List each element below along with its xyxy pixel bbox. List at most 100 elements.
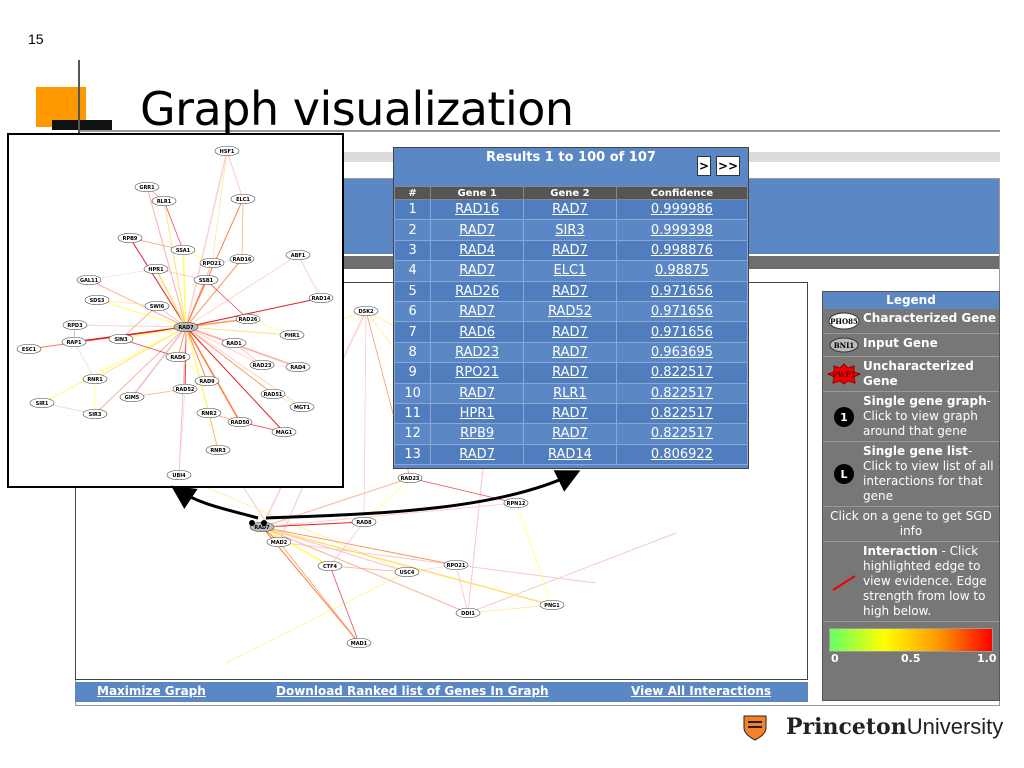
gene-link[interactable]: RAD7	[459, 263, 495, 278]
gene-node[interactable]: SDS3	[84, 294, 110, 306]
gene-node[interactable]: RPN12	[503, 497, 529, 509]
gene-label[interactable]: ABF1	[291, 253, 306, 259]
gene-node[interactable]: UBI4	[166, 469, 192, 481]
table-cell[interactable]: RAD6	[430, 321, 525, 343]
gene-link[interactable]: RAD7	[552, 284, 588, 299]
gene-node[interactable]: SWI6	[144, 300, 170, 312]
graph-edge[interactable]	[261, 526, 553, 606]
gene-label[interactable]: RPD3	[67, 323, 83, 329]
graph-edge[interactable]	[261, 526, 469, 614]
graph-edge[interactable]	[261, 526, 457, 566]
gene-node[interactable]: DSK2	[353, 305, 379, 317]
table-cell[interactable]: 0.971656	[615, 280, 748, 302]
table-cell[interactable]: RAD4	[430, 239, 525, 262]
gene-node[interactable]: PNG1	[539, 599, 565, 611]
table-cell[interactable]: RAD7	[523, 341, 617, 364]
gene-node[interactable]: RNR2	[196, 407, 222, 419]
table-cell[interactable]: 0.971656	[615, 321, 748, 343]
gene-label[interactable]: RAD8	[356, 520, 372, 526]
gene-label[interactable]: RPO21	[203, 261, 222, 267]
maximize-graph-link[interactable]: Maximize Graph	[97, 684, 206, 698]
graph-edge[interactable]	[226, 150, 244, 200]
gene-link[interactable]: ELC1	[554, 263, 587, 278]
graph-edge[interactable]	[74, 324, 187, 328]
confidence-link[interactable]: 0.999986	[651, 202, 713, 217]
gene-node[interactable]: CTF4	[317, 560, 343, 572]
gene-label[interactable]: MAD1	[351, 641, 368, 647]
gene-node[interactable]: GIM5	[119, 391, 145, 403]
gene-link[interactable]: RAD4	[459, 243, 495, 258]
table-cell[interactable]: RAD14	[523, 443, 617, 466]
table-cell[interactable]: SIR3	[523, 219, 617, 241]
gene-label[interactable]: GIM5	[125, 395, 140, 401]
gene-node[interactable]: RNR1	[82, 373, 108, 385]
gene-node[interactable]: RLR1	[151, 195, 177, 207]
confidence-link[interactable]: 0.963695	[651, 345, 713, 360]
gene-label[interactable]: RNR1	[87, 377, 103, 383]
gene-label[interactable]: PHR1	[284, 333, 300, 339]
gene-label[interactable]: GAL11	[80, 278, 99, 284]
table-cell[interactable]: RLR1	[523, 382, 617, 404]
download-genes-link[interactable]: Download Ranked list of Genes In Graph	[276, 684, 549, 698]
gene-link[interactable]: RAD7	[459, 223, 495, 238]
confidence-link[interactable]: 0.971656	[651, 304, 713, 319]
gene-node[interactable]: SIR3	[82, 408, 108, 420]
table-cell[interactable]: 0.999398	[615, 219, 748, 241]
gene-node[interactable]: RAD7	[173, 321, 199, 333]
table-cell[interactable]: 0.98875	[615, 260, 748, 282]
table-cell[interactable]: 0.822517	[615, 423, 748, 445]
gene-link[interactable]: RAD6	[459, 325, 495, 340]
graph-edge[interactable]	[185, 150, 228, 328]
gene-label[interactable]: ESC1	[22, 347, 37, 353]
gene-node[interactable]: MAD1	[346, 637, 372, 649]
graph-edge[interactable]	[467, 532, 677, 614]
confidence-link[interactable]: 0.971656	[651, 284, 713, 299]
gene-link[interactable]: RAD7	[552, 406, 588, 421]
gene-label[interactable]: SIR1	[36, 401, 49, 407]
gene-node[interactable]: DDI1	[455, 607, 481, 619]
table-cell[interactable]: ELC1	[523, 260, 617, 282]
gene-label[interactable]: SSA1	[176, 248, 191, 254]
graph-edge[interactable]	[182, 249, 187, 328]
gene-node[interactable]: GRR1	[134, 181, 160, 193]
gene-node[interactable]: RAD1	[221, 337, 247, 349]
gene-label[interactable]: SWI6	[150, 304, 165, 310]
graph-edge[interactable]	[225, 571, 408, 664]
confidence-link[interactable]: 0.98875	[655, 263, 709, 278]
gene-node[interactable]: RAD50	[227, 416, 253, 428]
gene-label[interactable]: RAD52	[176, 387, 195, 393]
gene-link[interactable]: RAD7	[552, 345, 588, 360]
gene-link[interactable]: RAD52	[548, 304, 592, 319]
gene-node[interactable]: ELC1	[230, 193, 256, 205]
gene-node[interactable]: HSF1	[214, 145, 240, 157]
table-cell[interactable]: RAD7	[430, 443, 525, 466]
gene-label[interactable]: RAD50	[231, 420, 250, 426]
gene-label[interactable]: RAP1	[67, 340, 82, 346]
gene-label[interactable]: DSK2	[358, 309, 374, 315]
gene-node[interactable]: RPD3	[62, 319, 88, 331]
graph-edge[interactable]	[297, 254, 322, 299]
gene-label[interactable]: DDI1	[461, 611, 475, 617]
table-cell[interactable]: RAD7	[430, 300, 525, 323]
gene-node[interactable]: RPO21	[443, 559, 469, 571]
gene-node[interactable]: RAD51	[260, 388, 286, 400]
gene-node[interactable]: RAD14	[308, 292, 334, 304]
gene-node[interactable]: USC4	[394, 566, 420, 578]
table-cell[interactable]: 0.806922	[615, 443, 748, 466]
table-cell[interactable]: RAD7	[523, 280, 617, 302]
gene-label[interactable]: MAD2	[271, 540, 288, 546]
gene-label[interactable]: RAD23	[253, 363, 272, 369]
gene-node[interactable]: RAD52	[172, 383, 198, 395]
table-cell[interactable]: RAD7	[430, 382, 525, 404]
gene-node[interactable]: RAD16	[229, 253, 255, 265]
gene-label[interactable]: RPN12	[507, 501, 526, 507]
gene-label[interactable]: RAD26	[239, 317, 258, 323]
gene-link[interactable]: RAD16	[455, 202, 499, 217]
gene-label[interactable]: MAG1	[276, 430, 293, 436]
gene-label[interactable]: ELC1	[236, 197, 250, 203]
gene-label[interactable]: RAD51	[264, 392, 283, 398]
gene-node[interactable]: RAD23	[249, 359, 275, 371]
gene-node[interactable]: RAD26	[235, 313, 261, 325]
gene-link[interactable]: HPR1	[460, 406, 495, 421]
table-cell[interactable]: RAD16	[430, 198, 525, 221]
